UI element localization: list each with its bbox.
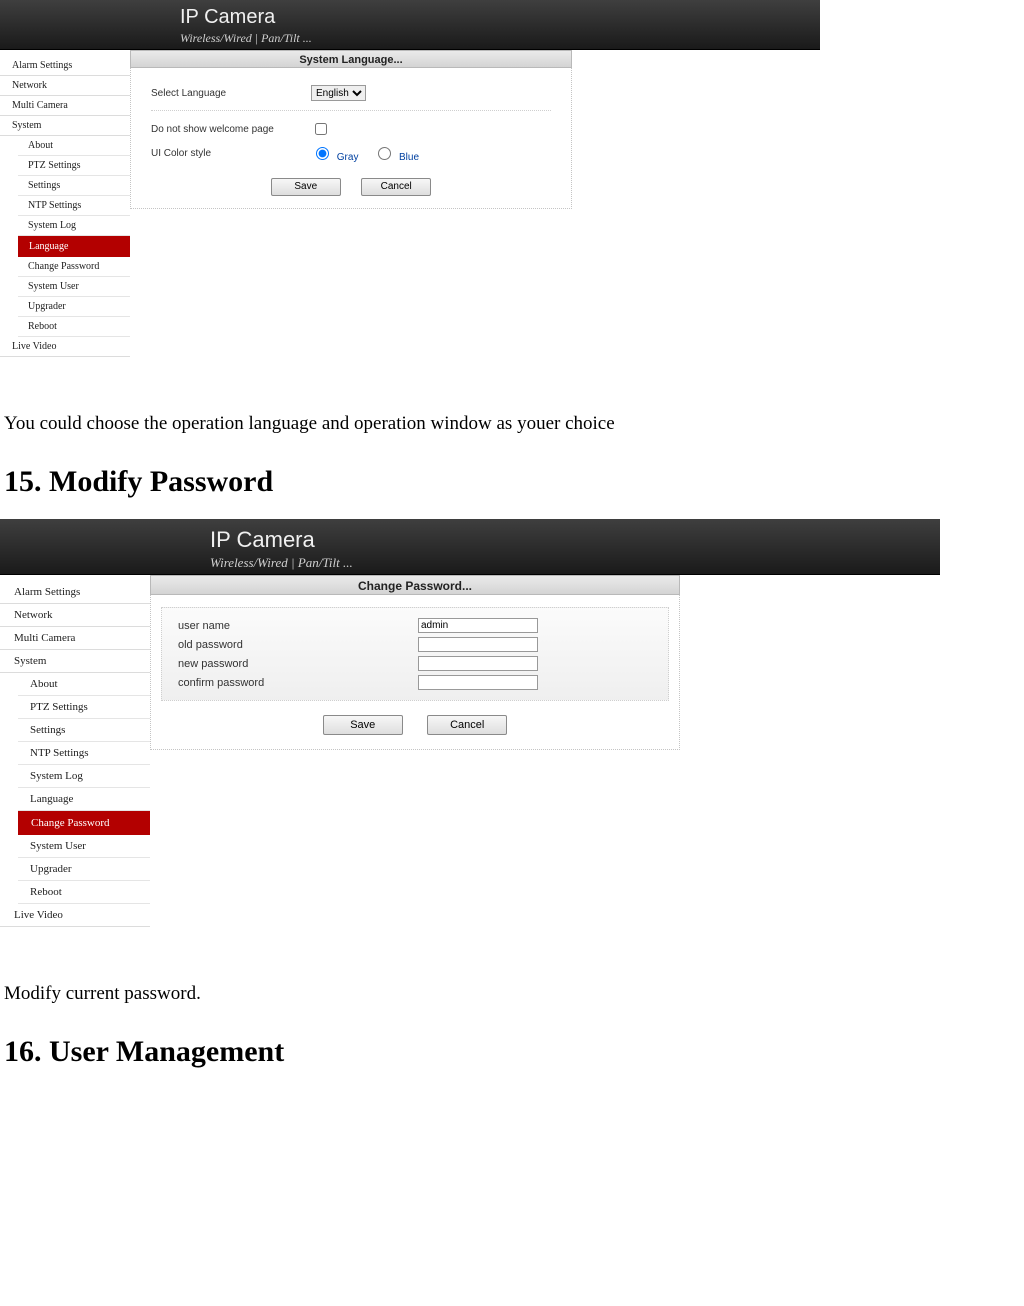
save-button[interactable]: Save [323, 715, 403, 735]
label-select-language: Select Language [151, 88, 311, 99]
caption-language: You could choose the operation language … [0, 413, 1024, 435]
sidebar-item-livevideo[interactable]: Live Video [0, 337, 130, 357]
sidebar: Alarm Settings Network Multi Camera Syst… [0, 50, 130, 357]
screenshot-language: IP Camera Wireless/Wired | Pan/Tilt ... … [0, 0, 820, 357]
sidebar-item-multicamera[interactable]: Multi Camera [0, 627, 150, 650]
radio-ui-blue-label: Blue [399, 152, 419, 163]
radio-ui-gray[interactable] [316, 147, 329, 160]
sidebar-sub-sysuser[interactable]: System User [18, 835, 150, 858]
cancel-button[interactable]: Cancel [361, 178, 431, 196]
label-old-password: old password [178, 639, 418, 651]
cancel-button[interactable]: Cancel [427, 715, 507, 735]
label-confirm-password: confirm password [178, 677, 418, 689]
app-subtitle: Wireless/Wired | Pan/Tilt ... [180, 31, 312, 46]
input-confirm-password[interactable] [418, 675, 538, 690]
app-title: IP Camera [180, 6, 312, 29]
checkbox-hide-welcome[interactable] [315, 123, 327, 135]
sidebar-sub-changepw[interactable]: Change Password [18, 257, 130, 277]
panel-title-language: System Language... [130, 50, 572, 68]
sidebar-sub-language[interactable]: Language [18, 236, 130, 257]
sidebar-sub-upgrader[interactable]: Upgrader [18, 297, 130, 317]
sidebar-sub-sysuser[interactable]: System User [18, 277, 130, 297]
sidebar-item-network[interactable]: Network [0, 604, 150, 627]
heading-user-management: 16. User Management [0, 1035, 1024, 1069]
label-username: user name [178, 620, 418, 632]
sidebar-sub-settings[interactable]: Settings [18, 719, 150, 742]
radio-ui-blue[interactable] [378, 147, 391, 160]
sidebar-item-alarm[interactable]: Alarm Settings [0, 581, 150, 604]
app-title: IP Camera [210, 527, 353, 553]
save-button[interactable]: Save [271, 178, 341, 196]
sidebar: Alarm Settings Network Multi Camera Syst… [0, 575, 150, 927]
screenshot-change-password: IP Camera Wireless/Wired | Pan/Tilt ... … [0, 519, 940, 927]
sidebar-sub-about[interactable]: About [18, 673, 150, 696]
sidebar-sub-upgrader[interactable]: Upgrader [18, 858, 150, 881]
sidebar-item-alarm[interactable]: Alarm Settings [0, 56, 130, 76]
app-header: IP Camera Wireless/Wired | Pan/Tilt ... [0, 0, 820, 50]
select-language[interactable]: English [311, 85, 366, 101]
sidebar-item-system[interactable]: System [0, 650, 150, 673]
sidebar-item-multicamera[interactable]: Multi Camera [0, 96, 130, 116]
sidebar-sub-reboot[interactable]: Reboot [18, 881, 150, 904]
sidebar-sub-syslog[interactable]: System Log [18, 216, 130, 236]
sidebar-item-livevideo[interactable]: Live Video [0, 904, 150, 927]
label-new-password: new password [178, 658, 418, 670]
sidebar-sub-ntp[interactable]: NTP Settings [18, 742, 150, 765]
sidebar-sub-language[interactable]: Language [18, 788, 150, 811]
radio-ui-gray-label: Gray [337, 152, 359, 163]
sidebar-sub-about[interactable]: About [18, 136, 130, 156]
sidebar-sub-ptz[interactable]: PTZ Settings [18, 156, 130, 176]
label-ui-style: UI Color style [151, 148, 311, 159]
app-subtitle: Wireless/Wired | Pan/Tilt ... [210, 555, 353, 571]
sidebar-sub-syslog[interactable]: System Log [18, 765, 150, 788]
sidebar-item-system[interactable]: System [0, 116, 130, 136]
app-header: IP Camera Wireless/Wired | Pan/Tilt ... [0, 519, 940, 575]
sidebar-sub-ntp[interactable]: NTP Settings [18, 196, 130, 216]
input-username[interactable] [418, 618, 538, 633]
sidebar-item-network[interactable]: Network [0, 76, 130, 96]
sidebar-sub-changepw[interactable]: Change Password [18, 811, 150, 835]
sidebar-sub-reboot[interactable]: Reboot [18, 317, 130, 337]
sidebar-sub-settings[interactable]: Settings [18, 176, 130, 196]
caption-modify-password: Modify current password. [0, 983, 1024, 1005]
input-old-password[interactable] [418, 637, 538, 652]
sidebar-sub-ptz[interactable]: PTZ Settings [18, 696, 150, 719]
input-new-password[interactable] [418, 656, 538, 671]
panel-title-changepw: Change Password... [150, 575, 680, 595]
heading-modify-password: 15. Modify Password [0, 465, 1024, 499]
label-welcome-page: Do not show welcome page [151, 124, 311, 135]
